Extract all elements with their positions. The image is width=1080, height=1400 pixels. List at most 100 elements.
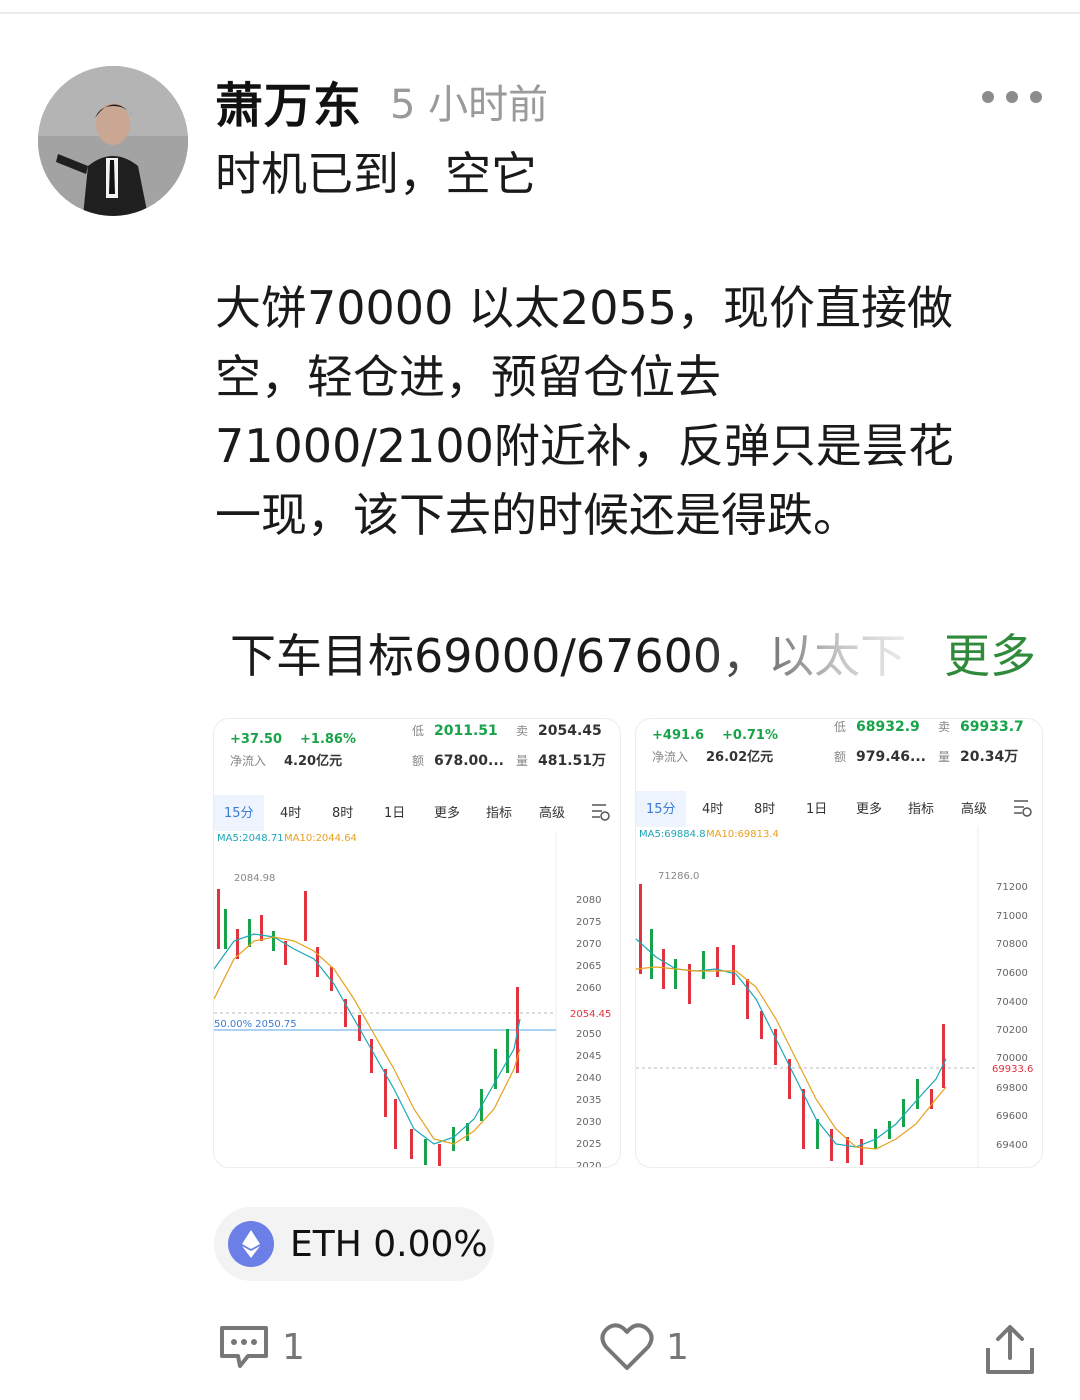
comment-button[interactable]: 1 [218, 1322, 305, 1372]
heart-icon [600, 1323, 654, 1370]
post-time: 5 小时前 [390, 82, 549, 128]
tab-more[interactable]: 更多 [856, 801, 882, 817]
price-change-pct: +0.71% [722, 728, 778, 743]
tab-4h[interactable]: 4时 [702, 802, 723, 817]
y-tick: 2040 [576, 1073, 601, 1084]
y-tick: 2080 [576, 895, 601, 906]
share-icon [986, 1325, 1034, 1374]
volume-value: 481.51万 [538, 753, 606, 769]
post-title: 时机已到，空它 [215, 147, 537, 201]
tab-1d[interactable]: 1日 [806, 802, 827, 817]
amount-label: 额 [412, 754, 424, 768]
like-button[interactable]: 1 [600, 1322, 689, 1372]
y-tick: 71200 [996, 882, 1028, 893]
tab-15min[interactable]: 15分 [224, 806, 254, 821]
chart-settings-icon[interactable] [592, 804, 610, 821]
y-tick: 2035 [576, 1095, 601, 1106]
post-body-line: 一现，该下去的时候还是得跌。 [215, 488, 859, 542]
y-tick: 2020 [576, 1161, 601, 1168]
sell-value: 69933.7 [960, 719, 1024, 735]
fib-line-label: 50.00% 2050.75 [214, 1019, 297, 1030]
ma5-label: MA5:2048.71 [217, 833, 284, 844]
high-mark: 71286.0 [658, 871, 699, 882]
ma10-line [636, 966, 947, 1150]
low-value: 68932.9 [856, 719, 920, 735]
amount-value: 979.46... [856, 749, 926, 765]
y-tick: 70200 [996, 1025, 1028, 1036]
chart-screenshot-eth[interactable]: +37.50 +1.86% 净流入 4.20亿元 低 2011.51 卖 205… [213, 718, 621, 1168]
y-tick: 70400 [996, 997, 1028, 1008]
like-count: 1 [666, 1326, 689, 1368]
y-tick: 2070 [576, 939, 601, 950]
text-fade-overlay [690, 620, 940, 684]
price-change: +491.6 [652, 728, 704, 743]
net-inflow-label: 净流入 [230, 754, 266, 768]
comment-count: 1 [282, 1326, 305, 1368]
ma5-line [214, 933, 521, 1145]
tab-indicators[interactable]: 指标 [908, 802, 934, 817]
avatar[interactable] [38, 66, 188, 216]
y-tick: 2025 [576, 1139, 601, 1150]
price-change: +37.50 [230, 732, 282, 747]
eth-icon [228, 1221, 274, 1267]
top-divider [0, 12, 1080, 14]
ma10-label: MA10:69813.4 [706, 829, 779, 840]
y-tick: 2065 [576, 961, 601, 972]
price-tag: 2054.45 [570, 1009, 611, 1020]
tab-indicators[interactable]: 指标 [486, 806, 512, 821]
author-name[interactable]: 萧万东 [215, 66, 362, 136]
y-tick: 2050 [576, 1029, 601, 1040]
y-tick: 70800 [996, 939, 1028, 950]
post-body-line: 71000/2100附近补，反弹只是昙花 [215, 419, 954, 473]
tab-8h[interactable]: 8时 [332, 806, 353, 821]
y-tick: 2045 [576, 1051, 601, 1062]
y-tick: 71000 [996, 911, 1028, 922]
low-label: 低 [412, 724, 424, 738]
net-inflow-value: 4.20亿元 [284, 753, 342, 769]
coin-tag-label: ETH 0.00% [290, 1223, 488, 1265]
y-tick: 70600 [996, 968, 1028, 979]
post-body-line: 空，轻仓进，预留仓位去 [215, 350, 721, 404]
amount-label: 额 [834, 750, 846, 764]
tab-advanced[interactable]: 高级 [539, 805, 565, 821]
sell-label: 卖 [938, 720, 950, 734]
y-tick: 2060 [576, 983, 601, 994]
net-inflow-value: 26.02亿元 [706, 749, 773, 765]
tab-4h[interactable]: 4时 [280, 806, 301, 821]
price-tag: 69933.6 [992, 1064, 1033, 1075]
high-mark: 2084.98 [234, 873, 275, 884]
volume-label: 量 [516, 754, 528, 768]
y-tick: 2075 [576, 917, 601, 928]
post-body-line: 大饼70000 以太2055，现价直接做 [215, 281, 954, 335]
volume-value: 20.34万 [960, 749, 1018, 765]
share-button[interactable] [984, 1322, 1036, 1376]
net-inflow-label: 净流入 [652, 750, 688, 764]
volume-label: 量 [938, 750, 950, 764]
coin-tag[interactable]: ETH 0.00% [214, 1207, 494, 1281]
more-dots-icon[interactable] [982, 88, 1042, 106]
low-label: 低 [834, 720, 846, 734]
tab-more[interactable]: 更多 [434, 805, 460, 821]
candlesticks [639, 884, 945, 1165]
ma10-line [214, 936, 521, 1145]
sell-label: 卖 [516, 724, 528, 738]
post-body: 大饼70000 以太2055，现价直接做 空，轻仓进，预留仓位去 71000/2… [215, 274, 1025, 550]
ma10-label: MA10:2044.64 [284, 833, 357, 844]
y-tick: 69600 [996, 1111, 1028, 1122]
ma5-label: MA5:69884.8 [639, 829, 706, 840]
tab-8h[interactable]: 8时 [754, 802, 775, 817]
chart-screenshot-btc[interactable]: +491.6 +0.71% 净流入 26.02亿元 低 68932.9 卖 69… [635, 718, 1043, 1168]
y-tick: 2030 [576, 1117, 601, 1128]
price-change-pct: +1.86% [300, 732, 356, 747]
tab-15min[interactable]: 15分 [646, 802, 676, 817]
y-tick: 70000 [996, 1053, 1028, 1064]
y-tick: 69800 [996, 1083, 1028, 1094]
expand-more-link[interactable]: 更多 [944, 620, 1036, 686]
amount-value: 678.00... [434, 753, 504, 769]
low-value: 2011.51 [434, 723, 498, 739]
tab-advanced[interactable]: 高级 [961, 801, 987, 817]
tab-1d[interactable]: 1日 [384, 806, 405, 821]
y-tick: 69400 [996, 1140, 1028, 1151]
chart-settings-icon[interactable] [1014, 800, 1032, 817]
comment-icon [220, 1326, 268, 1368]
